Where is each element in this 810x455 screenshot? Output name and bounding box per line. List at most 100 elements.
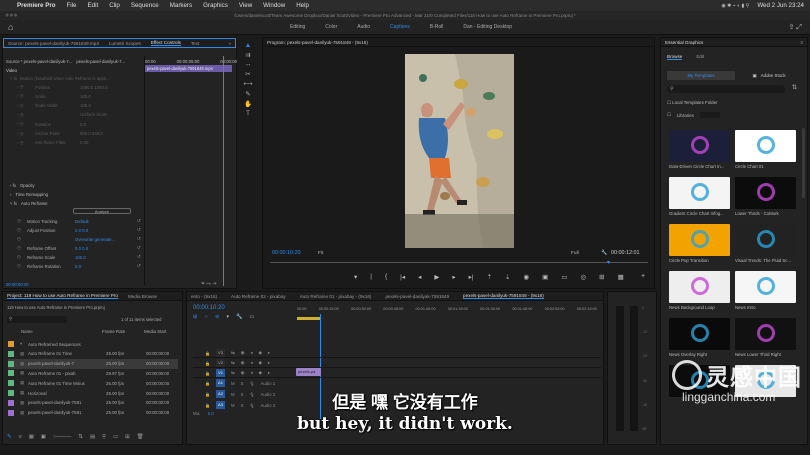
track-target[interactable]: V2 xyxy=(215,359,225,367)
stopwatch-icon[interactable]: › ◷ xyxy=(17,103,35,109)
menu-markers[interactable]: Markers xyxy=(170,2,192,9)
project-item-row[interactable]: ▦ Auto Reframe 01 Time Minus 25.00 fps 00:0… xyxy=(8,378,178,388)
stopwatch-icon[interactable]: › ◷ xyxy=(17,140,35,146)
panel-menu-icon[interactable]: » xyxy=(228,41,231,46)
workspace-color[interactable]: Color xyxy=(325,20,337,35)
track-target[interactable]: V3 xyxy=(215,349,225,357)
template-thumbnail[interactable] xyxy=(669,224,730,256)
template-thumbnail[interactable] xyxy=(669,177,730,209)
lock-icon[interactable]: 🔒 xyxy=(205,361,210,366)
tab-edit[interactable]: Edit xyxy=(696,54,704,60)
export-frame-icon[interactable]: ◉ xyxy=(523,273,529,281)
template-scrollbar[interactable] xyxy=(802,128,805,198)
next-keyframe-icon[interactable]: ▸ xyxy=(268,350,270,356)
step-forward-icon[interactable]: ▸ xyxy=(452,273,455,281)
timeline-settings-icon[interactable]: 🔧 xyxy=(236,314,242,320)
timeline-ruler[interactable]: 00:00 00:00:15:00 00:00:30:00 00:00:45:00 00… xyxy=(297,307,597,315)
reset-icon[interactable]: ↺ xyxy=(137,227,141,233)
quality-dropdown[interactable]: Full xyxy=(571,251,579,256)
timeline-tab-1[interactable]: ento - (9x16) xyxy=(191,294,217,299)
motion-prop-value[interactable]: 960.0 540.0 xyxy=(80,131,103,136)
project-item-row[interactable]: ▦ Auto Reframe 01 Time 25.00 fps 00:00:00:0… xyxy=(8,349,178,359)
eye-icon[interactable]: ◉ xyxy=(241,350,245,356)
fx-time-remapping[interactable]: › Time Remapping xyxy=(10,190,48,198)
timeline-tab-2[interactable]: Auto Reframe 02 - pixabay xyxy=(231,294,286,299)
menu-view[interactable]: View xyxy=(239,2,252,9)
program-timecode[interactable]: 00:00:10:20 xyxy=(272,250,300,256)
timeline-clip-v1[interactable]: pexels-pa xyxy=(296,368,321,376)
reset-icon[interactable]: ↺ xyxy=(137,245,141,251)
menu-help[interactable]: Help xyxy=(296,2,309,9)
column-name[interactable]: Name xyxy=(7,329,102,337)
tab-lumetri-scopes[interactable]: Lumetri Scopes xyxy=(109,41,141,46)
home-icon[interactable]: ⌂ xyxy=(8,22,13,32)
libraries-dropdown[interactable] xyxy=(699,112,720,118)
solo-button[interactable]: S xyxy=(241,381,244,386)
insert-sequence-icon[interactable]: ⊞ xyxy=(193,314,197,320)
stopwatch-icon[interactable]: ◷ xyxy=(17,227,27,233)
next-keyframe-icon[interactable]: ▸ xyxy=(268,360,270,366)
program-playhead[interactable]: ▾ xyxy=(607,259,610,266)
source-clip-dropdown[interactable]: Source * pexels-pavel-danilyuk-7... xyxy=(6,59,72,64)
stopwatch-icon[interactable]: ◷ xyxy=(17,254,27,260)
mark-out-icon[interactable]: | xyxy=(370,273,372,281)
analyze-button[interactable]: Analyze xyxy=(73,208,131,214)
keyframe-icon[interactable]: ◆ xyxy=(259,370,262,376)
tab-media-browser[interactable]: Media Browse xyxy=(128,294,157,299)
tab-text[interactable]: Text xyxy=(191,41,199,46)
template-thumbnail[interactable] xyxy=(669,130,730,162)
sync-lock-icon[interactable]: ⇆ xyxy=(231,370,235,376)
fx-auto-reframe[interactable]: ˅ fx Auto Reframe xyxy=(10,199,48,207)
traffic-lights[interactable]: ●●● xyxy=(5,11,18,20)
audio-track-target[interactable]: A1 xyxy=(215,379,225,387)
template-thumbnail[interactable] xyxy=(735,177,796,209)
go-to-end-icon[interactable]: ▸| xyxy=(469,273,474,281)
menu-window[interactable]: Window xyxy=(263,2,285,9)
template-thumbnail[interactable] xyxy=(669,271,730,303)
stopwatch-icon[interactable]: ◷ xyxy=(17,218,27,224)
motion-prop-value[interactable]: 0.0 xyxy=(80,122,86,127)
libraries-checkbox[interactable]: ☐ Libraries xyxy=(667,112,720,118)
wrench-icon[interactable]: 🔧 xyxy=(601,250,607,256)
reset-icon[interactable]: ↺ xyxy=(137,254,141,260)
stock-search-icon[interactable]: ⇅ xyxy=(792,84,797,91)
fx-opacity[interactable]: › fx Opacity xyxy=(10,181,35,189)
stopwatch-icon[interactable]: ◷ xyxy=(17,236,27,242)
stopwatch-icon[interactable]: › ◷ xyxy=(17,121,35,127)
sync-lock-icon[interactable]: ⇆ xyxy=(231,350,235,356)
stopwatch-icon[interactable]: › ◷ xyxy=(17,93,35,99)
template-thumbnail[interactable] xyxy=(669,318,730,350)
adobe-stock-tab[interactable]: ▣ Adobe Stock xyxy=(735,71,803,80)
linked-selection-icon[interactable]: ⊘ xyxy=(215,314,219,320)
menu-file[interactable]: File xyxy=(67,2,77,9)
sequence-clip-dropdown[interactable]: pexels-pavel-danilyuk-7... xyxy=(76,59,125,64)
timeline-tab-active[interactable]: pexels-pavel-danilyuk-7591849 - (9x16) xyxy=(463,293,544,299)
menu-edit[interactable]: Edit xyxy=(88,2,99,9)
go-to-in-icon[interactable]: { xyxy=(385,273,387,281)
type-tool-icon[interactable]: T xyxy=(246,110,250,117)
vr-icon[interactable]: ◎ xyxy=(580,273,586,281)
pen-tool-icon[interactable]: ✎ xyxy=(245,90,250,98)
tab-project[interactable]: Project: 119 How to use Auto Reframe in … xyxy=(7,293,118,299)
template-thumbnail[interactable] xyxy=(735,224,796,256)
project-search-input[interactable]: ⚲ xyxy=(7,316,67,323)
stopwatch-icon[interactable]: › ◷ xyxy=(17,112,35,118)
filter-icon[interactable]: ⏷ ↦ ⇥ xyxy=(201,281,216,287)
sync-lock-icon[interactable]: ⇆ xyxy=(231,360,235,366)
timeline-timecode[interactable]: 00:00:10:20 xyxy=(193,305,225,311)
mark-in-icon[interactable]: ▾ xyxy=(354,273,357,281)
overlay-icon[interactable]: ▦ xyxy=(618,273,624,281)
hand-tool-icon[interactable]: ✋ xyxy=(244,100,252,108)
work-area-bar[interactable] xyxy=(297,317,321,320)
label-color-swatch[interactable] xyxy=(8,360,14,367)
step-back-icon[interactable]: ◂ xyxy=(418,273,421,281)
tab-browse[interactable]: Browse xyxy=(667,54,683,60)
menu-graphics[interactable]: Graphics xyxy=(203,2,228,9)
template-thumbnail[interactable] xyxy=(735,318,796,350)
menu-clip[interactable]: Clip xyxy=(109,2,120,9)
my-templates-tab[interactable]: My Templates xyxy=(667,71,735,80)
timeline-tab-3[interactable]: Auto Reframe 01 - pixabay - (9x16) xyxy=(300,294,372,299)
tab-source[interactable]: Source: pexels-pavel-danilyuk-7591849.mp… xyxy=(8,41,99,46)
extract-icon[interactable]: ⇣ xyxy=(505,273,510,281)
fit-dropdown[interactable]: Fit xyxy=(318,251,323,256)
